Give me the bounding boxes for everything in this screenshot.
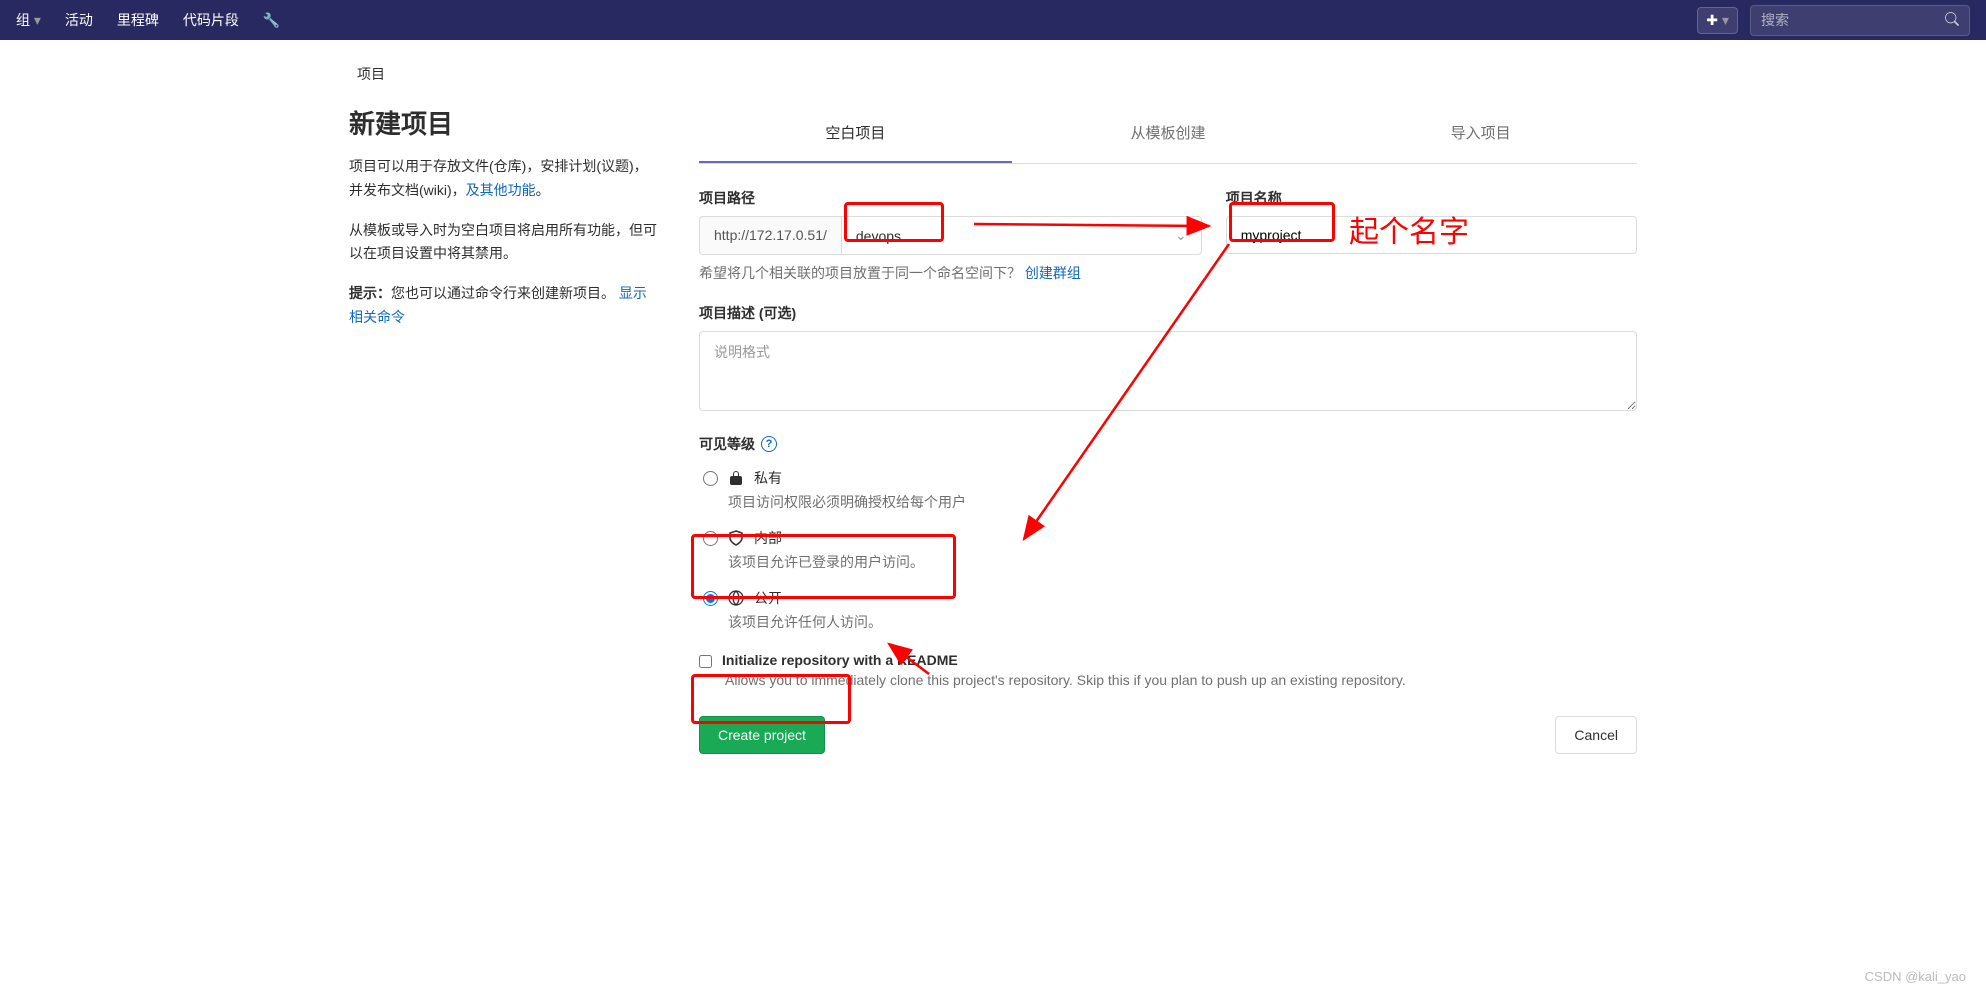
namespace-helper: 希望将几个相关联的项目放置于同一个命名空间下？ 创建群组 [699, 263, 1202, 283]
breadcrumb: 项目 [349, 64, 1637, 84]
readme-checkbox[interactable] [699, 655, 712, 668]
visibility-internal[interactable]: 内部 该项目允许已登录的用户访问。 [699, 528, 1637, 572]
namespace-select[interactable]: devops ⌄ [841, 216, 1202, 255]
radio-private[interactable] [703, 471, 718, 486]
tabs: 空白项目 从模板创建 导入项目 [699, 104, 1637, 164]
create-project-button[interactable]: Create project [699, 716, 825, 754]
shield-icon [728, 530, 746, 546]
new-dropdown-button[interactable]: ✚ ▾ [1697, 7, 1738, 34]
other-features-link[interactable]: 及其他功能 [466, 182, 536, 198]
search-icon[interactable] [1945, 12, 1959, 29]
readme-checkbox-row[interactable]: Initialize repository with a README [699, 652, 1637, 668]
lock-icon [728, 470, 746, 486]
sidebar-desc-2: 从模板或导入时为空白项目将启用所有功能，但可以在项目设置中将其禁用。 [349, 219, 659, 267]
chevron-down-icon: ⌄ [1175, 227, 1187, 244]
page-title: 新建项目 [349, 104, 659, 141]
search-box[interactable] [1750, 5, 1970, 36]
chevron-down-icon: ▾ [1722, 12, 1729, 29]
visibility-private[interactable]: 私有 项目访问权限必须明确授权给每个用户 [699, 468, 1637, 512]
radio-public[interactable] [703, 591, 718, 606]
help-icon[interactable]: ? [761, 436, 777, 452]
path-label: 项目路径 [699, 188, 1202, 208]
search-input[interactable] [1761, 12, 1945, 28]
readme-label: Initialize repository with a README [722, 652, 958, 668]
sidebar-tip: 提示：您也可以通过命令行来创建新项目。 显示相关命令 [349, 282, 659, 330]
top-navbar: 组 ▾ 活动 里程碑 代码片段 🔧 ✚ ▾ [0, 0, 1986, 40]
tab-blank[interactable]: 空白项目 [699, 104, 1012, 163]
visibility-label: 可见等级 ? [699, 434, 1637, 454]
cancel-button[interactable]: Cancel [1555, 716, 1637, 754]
radio-internal[interactable] [703, 531, 718, 546]
sidebar-desc-1: 项目可以用于存放文件(仓库)，安排计划(议题)，并发布文档(wiki)，及其他功… [349, 155, 659, 203]
main-form: 空白项目 从模板创建 导入项目 项目路径 http://172.17.0.51/… [699, 104, 1637, 754]
globe-icon [728, 590, 746, 606]
name-label: 项目名称 [1226, 188, 1637, 208]
path-input-group: http://172.17.0.51/ devops ⌄ [699, 216, 1202, 255]
desc-label: 项目描述 (可选) [699, 303, 1637, 323]
tab-template[interactable]: 从模板创建 [1012, 104, 1325, 163]
sidebar: 新建项目 项目可以用于存放文件(仓库)，安排计划(议题)，并发布文档(wiki)… [349, 104, 659, 754]
readme-desc: Allows you to immediately clone this pro… [699, 672, 1637, 688]
nav-activity[interactable]: 活动 [65, 10, 93, 30]
nav-snippets[interactable]: 代码片段 [183, 10, 239, 30]
nav-group[interactable]: 组 ▾ [16, 10, 41, 30]
watermark: CSDN @kali_yao [1865, 969, 1966, 984]
description-textarea[interactable] [699, 331, 1637, 411]
create-group-link[interactable]: 创建群组 [1025, 265, 1081, 281]
path-prefix: http://172.17.0.51/ [699, 216, 841, 255]
project-name-input[interactable] [1226, 216, 1637, 254]
visibility-public[interactable]: 公开 该项目允许任何人访问。 [699, 588, 1637, 632]
tab-import[interactable]: 导入项目 [1324, 104, 1637, 163]
nav-milestones[interactable]: 里程碑 [117, 10, 159, 30]
chevron-down-icon: ▾ [34, 12, 41, 28]
wrench-icon[interactable]: 🔧 [263, 12, 280, 29]
plus-icon: ✚ [1706, 12, 1718, 29]
